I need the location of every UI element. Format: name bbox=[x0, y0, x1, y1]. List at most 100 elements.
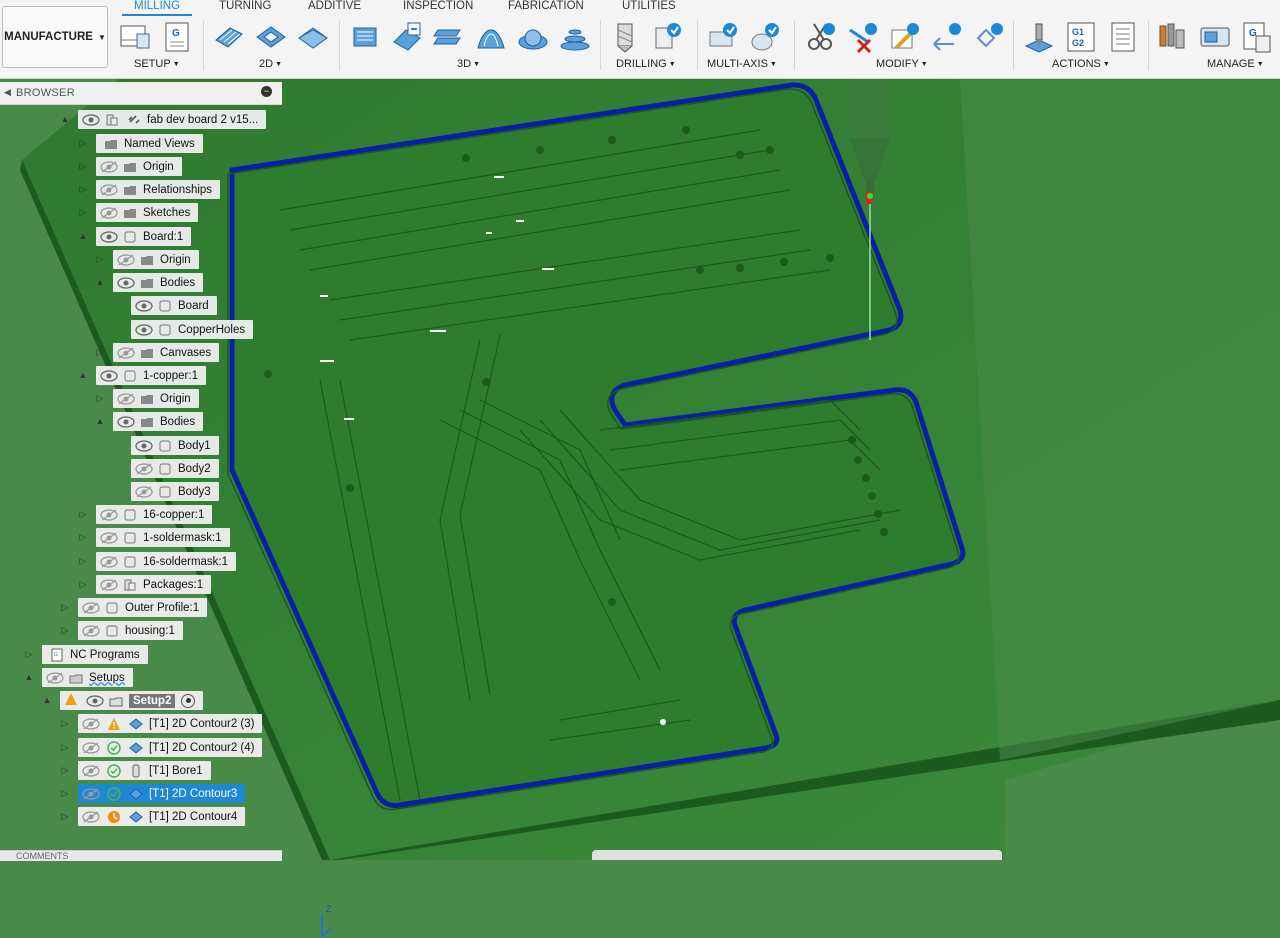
tree-item[interactable]: [T1] 2D Contour4 bbox=[78, 807, 246, 826]
expanded-arrow-icon[interactable]: ▲ bbox=[78, 370, 88, 380]
visibility-icon[interactable] bbox=[100, 369, 118, 382]
tree-item[interactable]: Bodies bbox=[113, 273, 204, 292]
tree-item[interactable]: Canvases bbox=[113, 343, 220, 362]
visibility-off-icon[interactable] bbox=[82, 624, 100, 637]
navigation-bar[interactable] bbox=[592, 850, 1002, 860]
visibility-icon[interactable] bbox=[117, 415, 135, 428]
multi-axis-contour-icon[interactable] bbox=[706, 20, 740, 54]
visibility-off-icon[interactable] bbox=[100, 183, 118, 196]
tool-library-icon[interactable] bbox=[1156, 20, 1190, 54]
tab-fabrication[interactable]: FABRICATION bbox=[508, 0, 584, 14]
collapsed-arrow-icon[interactable]: ▷ bbox=[60, 811, 70, 822]
post-process-icon[interactable]: G1G2 bbox=[1064, 20, 1098, 54]
tree-item[interactable]: fab dev board 2 v15... bbox=[78, 110, 267, 129]
collapse-arrow-icon[interactable]: ◀ bbox=[4, 87, 11, 98]
swarf-icon[interactable] bbox=[748, 20, 782, 54]
collapsed-arrow-icon[interactable]: ▷ bbox=[78, 207, 88, 218]
tree-item[interactable]: Setups bbox=[42, 668, 133, 687]
tree-item[interactable]: [T1] 2D Contour3 bbox=[78, 784, 246, 803]
visibility-icon[interactable] bbox=[135, 323, 153, 336]
visibility-icon[interactable] bbox=[135, 439, 153, 452]
3d-group[interactable]: 3D ▼ bbox=[457, 58, 480, 70]
expanded-arrow-icon[interactable]: ▲ bbox=[24, 672, 34, 682]
visibility-off-icon[interactable] bbox=[82, 601, 100, 614]
tree-item[interactable]: Origin bbox=[96, 157, 182, 176]
visibility-off-icon[interactable] bbox=[100, 508, 118, 521]
visibility-off-icon[interactable] bbox=[100, 206, 118, 219]
collapsed-arrow-icon[interactable]: ▷ bbox=[24, 649, 34, 660]
visibility-off-icon[interactable] bbox=[117, 346, 135, 359]
tree-item[interactable]: Outer Profile:1 bbox=[78, 598, 208, 617]
visibility-off-icon[interactable] bbox=[117, 392, 135, 405]
nc-program-icon[interactable]: G bbox=[160, 20, 194, 54]
visibility-icon[interactable] bbox=[117, 276, 135, 289]
visibility-off-icon[interactable] bbox=[82, 787, 100, 800]
expanded-arrow-icon[interactable]: ▲ bbox=[78, 231, 88, 241]
tree-item[interactable]: G NC Programs bbox=[42, 645, 148, 664]
machine-library-icon[interactable] bbox=[1198, 20, 1232, 54]
tree-item[interactable]: Setup2 bbox=[60, 691, 204, 710]
visibility-off-icon[interactable] bbox=[100, 160, 118, 173]
collapsed-arrow-icon[interactable]: ▷ bbox=[78, 579, 88, 590]
visibility-off-icon[interactable] bbox=[82, 764, 100, 777]
setup-group[interactable]: SETUP ▼ bbox=[134, 58, 180, 70]
modify-group[interactable]: MODIFY ▼ bbox=[876, 58, 928, 70]
visibility-icon[interactable] bbox=[135, 299, 153, 312]
expanded-arrow-icon[interactable]: ▲ bbox=[60, 114, 70, 124]
tree-item[interactable]: Body2 bbox=[131, 459, 219, 478]
visibility-off-icon[interactable] bbox=[82, 741, 100, 754]
delete-icon[interactable] bbox=[846, 20, 880, 54]
collapsed-arrow-icon[interactable]: ▷ bbox=[60, 742, 70, 753]
collapsed-arrow-icon[interactable]: ▷ bbox=[60, 765, 70, 776]
tab-inspection[interactable]: INSPECTION bbox=[403, 0, 473, 14]
collapsed-arrow-icon[interactable]: ▷ bbox=[78, 556, 88, 567]
scallop-icon[interactable] bbox=[516, 20, 550, 54]
steep-shallow-icon[interactable] bbox=[432, 20, 466, 54]
tree-item[interactable]: Packages:1 bbox=[96, 575, 212, 594]
visibility-off-icon[interactable] bbox=[100, 531, 118, 544]
collapsed-arrow-icon[interactable]: ▷ bbox=[78, 138, 88, 149]
tree-item[interactable]: 16-copper:1 bbox=[96, 505, 213, 524]
pattern-icon[interactable] bbox=[972, 20, 1006, 54]
tree-item[interactable]: Named Views bbox=[96, 134, 203, 153]
2d-group[interactable]: 2D ▼ bbox=[259, 58, 282, 70]
actions-group[interactable]: ACTIONS ▼ bbox=[1052, 58, 1110, 70]
tab-utilities[interactable]: UTILITIES bbox=[622, 0, 676, 14]
browser-panel-header[interactable]: ◀ BROWSER − bbox=[0, 82, 282, 105]
3d-pocket-icon[interactable] bbox=[390, 20, 424, 54]
tree-item[interactable]: housing:1 bbox=[78, 621, 183, 640]
collapsed-arrow-icon[interactable]: ▷ bbox=[60, 625, 70, 636]
tree-item[interactable]: [T1] 2D Contour2 (4) bbox=[78, 738, 263, 757]
collapsed-arrow-icon[interactable]: ▷ bbox=[95, 347, 105, 358]
setup-sheet-icon[interactable] bbox=[1106, 20, 1140, 54]
tree-item[interactable]: Origin bbox=[113, 389, 199, 408]
collapsed-arrow-icon[interactable]: ▷ bbox=[78, 509, 88, 520]
new-setup-icon[interactable] bbox=[118, 20, 152, 54]
comments-panel[interactable]: COMMENTS bbox=[0, 850, 282, 861]
visibility-off-icon[interactable] bbox=[100, 555, 118, 568]
collapsed-arrow-icon[interactable]: ▷ bbox=[78, 184, 88, 195]
expanded-arrow-icon[interactable]: ▲ bbox=[95, 277, 105, 287]
multi-axis-group[interactable]: MULTI-AXIS ▼ bbox=[707, 58, 777, 70]
visibility-off-icon[interactable] bbox=[82, 717, 100, 730]
tree-item[interactable]: CopperHoles bbox=[131, 320, 254, 339]
tab-milling[interactable]: MILLING bbox=[122, 0, 193, 16]
collapsed-arrow-icon[interactable]: ▷ bbox=[78, 532, 88, 543]
visibility-off-icon[interactable] bbox=[135, 485, 153, 498]
tree-item[interactable]: [T1] 2D Contour2 (3) bbox=[78, 714, 263, 733]
visibility-off-icon[interactable] bbox=[82, 810, 100, 823]
2d-adaptive-icon[interactable] bbox=[212, 20, 246, 54]
hole-recognition-icon[interactable] bbox=[650, 20, 684, 54]
visibility-off-icon[interactable] bbox=[135, 462, 153, 475]
visibility-icon[interactable] bbox=[100, 230, 118, 243]
simulate-icon[interactable] bbox=[1022, 20, 1056, 54]
tree-item[interactable]: 1-soldermask:1 bbox=[96, 528, 230, 547]
activate-setup-radio[interactable] bbox=[181, 693, 196, 708]
tree-item[interactable]: [T1] Bore1 bbox=[78, 761, 211, 780]
tab-additive[interactable]: ADDITIVE bbox=[308, 0, 361, 14]
tab-turning[interactable]: TURNING bbox=[219, 0, 271, 14]
drill-icon[interactable] bbox=[608, 20, 642, 54]
visibility-icon[interactable] bbox=[86, 694, 104, 707]
post-library-icon[interactable]: G bbox=[1240, 20, 1274, 54]
manage-group[interactable]: MANAGE ▼ bbox=[1207, 58, 1264, 70]
